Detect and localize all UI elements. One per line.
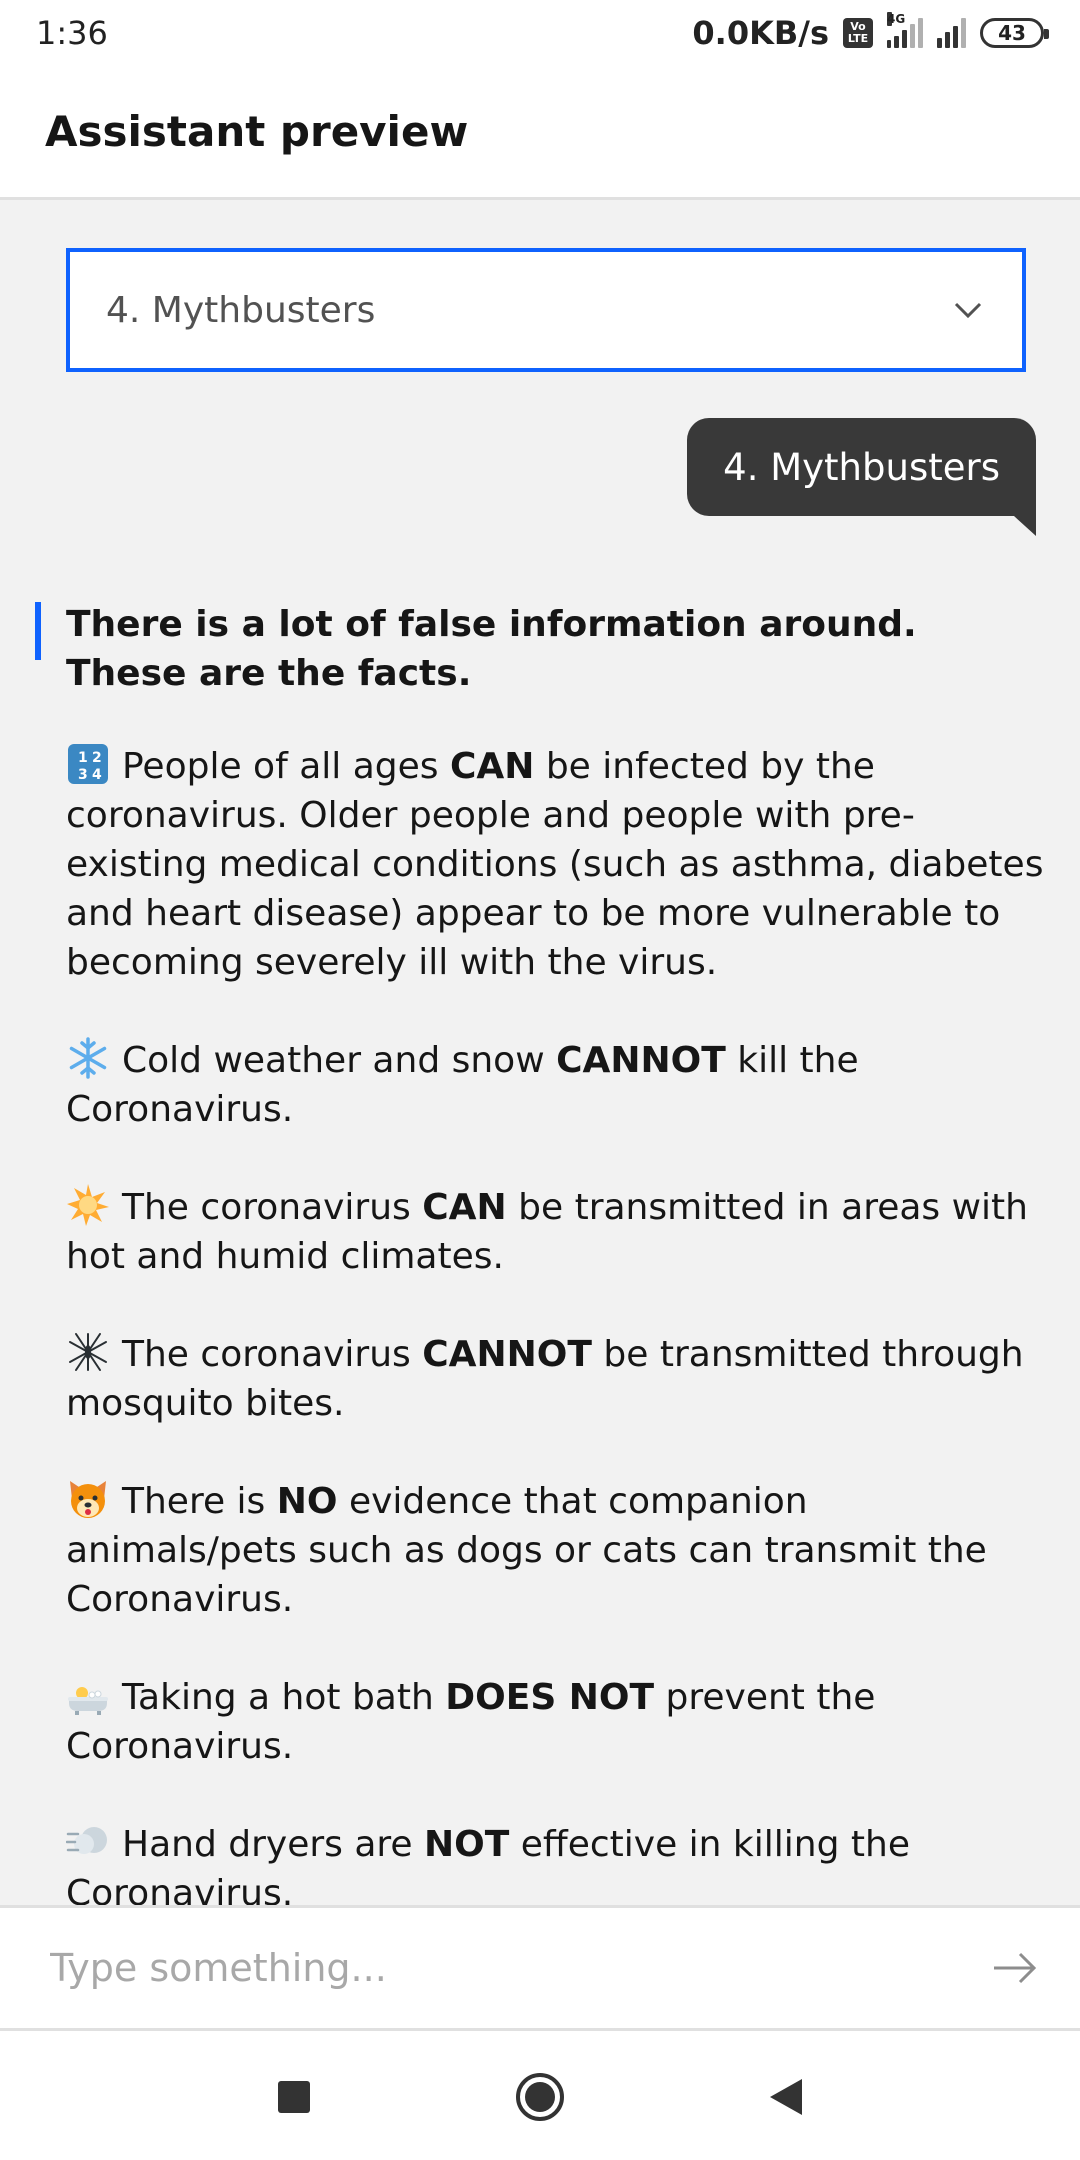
back-button[interactable] bbox=[758, 2069, 814, 2125]
bot-message: There is a lot of false information arou… bbox=[66, 600, 1046, 1905]
page-title: Assistant preview bbox=[45, 107, 469, 156]
svg-text:4: 4 bbox=[92, 767, 102, 783]
item-emphasis: CANNOT bbox=[422, 1334, 592, 1375]
volte-bottom-label: LTE bbox=[847, 32, 869, 45]
item-text: Hand dryers are bbox=[122, 1824, 425, 1865]
item-text: People of all ages bbox=[122, 746, 450, 787]
snowflake-icon bbox=[69, 1037, 107, 1079]
item-text: Taking a hot bath bbox=[122, 1677, 446, 1718]
status-icons: 0.0KB/s Vo LTE 4G 43 bbox=[692, 12, 1049, 52]
square-icon bbox=[278, 2081, 310, 2113]
list-item: Cold weather and snow CANNOT kill the Co… bbox=[66, 1036, 1046, 1134]
item-emphasis: CAN bbox=[422, 1187, 507, 1228]
user-message-bubble: 4. Mythbusters bbox=[687, 418, 1036, 516]
item-emphasis: NO bbox=[276, 1481, 338, 1522]
item-emphasis: NOT bbox=[424, 1824, 510, 1865]
sun-icon bbox=[67, 1184, 109, 1226]
item-emphasis: CAN bbox=[449, 746, 535, 787]
svg-text:1: 1 bbox=[78, 750, 88, 766]
list-item: The coronavirus CAN be transmitted in ar… bbox=[66, 1183, 1046, 1281]
list-item: The coronavirus CANNOT be transmitted th… bbox=[66, 1330, 1046, 1428]
bath-icon bbox=[68, 1687, 108, 1715]
chat-area[interactable]: 4. Mythbusters 4. Mythbusters There is a… bbox=[0, 200, 1080, 1905]
item-text: The coronavirus bbox=[122, 1334, 423, 1375]
wind-icon bbox=[66, 1827, 107, 1854]
item-emphasis: CANNOT bbox=[556, 1040, 726, 1081]
battery-icon: 43 bbox=[980, 18, 1049, 48]
mosquito-icon bbox=[69, 1333, 107, 1371]
signal-icon bbox=[937, 18, 966, 48]
dropdown-value: 4. Mythbusters bbox=[106, 289, 376, 331]
item-text: Cold weather and snow bbox=[122, 1040, 557, 1081]
message-composer bbox=[0, 1905, 1080, 2031]
status-bar: 1:36 0.0KB/s Vo LTE 4G 43 bbox=[0, 0, 1080, 66]
user-message-text: 4. Mythbusters bbox=[723, 445, 1000, 489]
item-text: There is bbox=[122, 1481, 277, 1522]
svg-text:2: 2 bbox=[92, 750, 102, 766]
item-text: The coronavirus bbox=[122, 1187, 423, 1228]
bot-message-accent bbox=[35, 602, 41, 660]
status-time: 1:36 bbox=[36, 14, 108, 52]
signal-4g-icon: 4G bbox=[887, 12, 923, 48]
home-button[interactable] bbox=[512, 2069, 568, 2125]
topic-dropdown[interactable]: 4. Mythbusters bbox=[66, 248, 1026, 372]
dog-face-icon bbox=[70, 1481, 106, 1518]
item-emphasis: DOES NOT bbox=[445, 1677, 655, 1718]
chevron-down-icon bbox=[954, 302, 982, 319]
list-item: Taking a hot bath DOES NOT prevent the C… bbox=[66, 1673, 1046, 1771]
list-item: Hand dryers are NOT effective in killing… bbox=[66, 1820, 1046, 1905]
send-arrow-icon[interactable] bbox=[990, 1948, 1040, 1988]
battery-level: 43 bbox=[998, 21, 1026, 45]
bubble-tail bbox=[1014, 516, 1036, 536]
network-type: 4G bbox=[887, 12, 906, 26]
home-circle-icon bbox=[516, 2073, 564, 2121]
list-item: There is NO evidence that companion anim… bbox=[66, 1477, 1046, 1624]
system-nav-bar bbox=[0, 2034, 1080, 2160]
message-input[interactable] bbox=[50, 1946, 950, 1990]
recent-apps-button[interactable] bbox=[266, 2069, 322, 2125]
app-bar: Assistant preview bbox=[0, 66, 1080, 200]
net-speed: 0.0KB/s bbox=[692, 14, 829, 52]
svg-text:3: 3 bbox=[78, 767, 88, 783]
bot-message-heading: There is a lot of false information arou… bbox=[66, 604, 917, 694]
list-item: 1 2 3 4 People of all ages CAN be infect… bbox=[66, 742, 1046, 987]
volte-icon: Vo LTE bbox=[843, 18, 873, 48]
numbers-icon: 1 2 3 4 bbox=[68, 744, 108, 784]
back-triangle-icon bbox=[770, 2079, 802, 2115]
